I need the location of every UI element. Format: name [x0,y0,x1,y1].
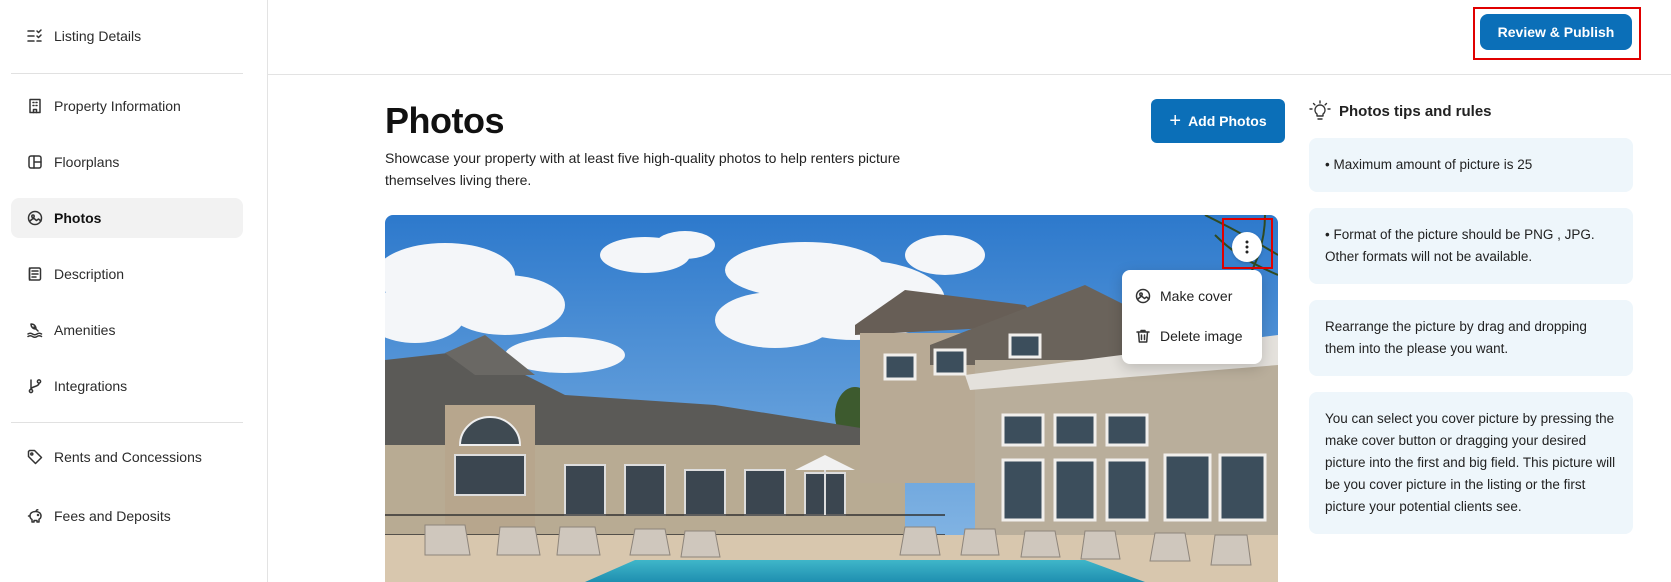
top-bar [268,0,1671,75]
document-icon [26,265,44,283]
sidebar-header-listing-details[interactable]: Listing Details [11,16,243,56]
sidebar-item-label: Fees and Deposits [54,508,171,524]
highlight-box-options [1222,218,1273,269]
floorplan-icon [26,153,44,171]
sidebar-item-label: Property Information [54,98,181,114]
sidebar-item-label: Photos [54,210,102,226]
tag-icon [26,448,44,466]
tips-heading: Photos tips and rules [1309,100,1492,122]
delete-image-label: Delete image [1160,328,1243,344]
tips-heading-label: Photos tips and rules [1339,102,1492,120]
sidebar-item-label: Description [54,266,125,282]
building-icon [26,97,44,115]
sidebar-item-amenities[interactable]: Amenities [11,310,243,350]
plus-icon: + [1169,110,1182,132]
sidebar-item-description[interactable]: Description [11,254,243,294]
sidebar-item-floorplans[interactable]: Floorplans [11,142,243,182]
photo-options-menu: Make cover Delete image [1122,270,1262,364]
tip-card: You can select you cover picture by pres… [1309,392,1633,534]
make-cover-label: Make cover [1160,288,1233,304]
sidebar-item-fees-and-deposits[interactable]: Fees and Deposits [11,496,243,536]
sidebar-header-label: Listing Details [54,28,142,44]
add-photos-button[interactable]: + Add Photos [1151,99,1285,143]
tip-card: Rearrange the picture by drag and droppi… [1309,300,1633,376]
photo-icon [26,209,44,227]
checklist-icon [26,27,44,45]
photo-icon [1134,287,1152,305]
page-subtitle: Showcase your property with at least fiv… [385,150,901,188]
make-cover-menu-item[interactable]: Make cover [1134,283,1232,309]
lightbulb-icon [1309,100,1331,120]
delete-image-menu-item[interactable]: Delete image [1134,323,1243,349]
sidebar-divider [11,73,243,74]
sidebar-item-integrations[interactable]: Integrations [11,366,243,406]
sidebar-item-label: Amenities [54,322,116,338]
sidebar: Listing Details Property Information Flo… [0,0,268,582]
piggy-bank-icon [26,507,44,525]
branch-icon [26,377,44,395]
sidebar-item-rents-and-concessions[interactable]: Rents and Concessions [11,437,243,477]
tip-card: • Maximum amount of picture is 25 [1309,138,1633,192]
sidebar-item-property-information[interactable]: Property Information [11,86,243,126]
tip-card: • Format of the picture should be PNG , … [1309,208,1633,284]
pool-icon [26,321,44,339]
add-photos-label: Add Photos [1188,113,1267,129]
sidebar-item-label: Rents and Concessions [54,449,202,465]
sidebar-divider [11,422,243,423]
sidebar-item-label: Floorplans [54,154,120,170]
page-title: Photos [385,100,505,141]
sidebar-item-label: Integrations [54,378,128,394]
highlight-box-review [1473,7,1641,60]
sidebar-item-photos[interactable]: Photos [11,198,243,238]
trash-icon [1134,327,1152,345]
